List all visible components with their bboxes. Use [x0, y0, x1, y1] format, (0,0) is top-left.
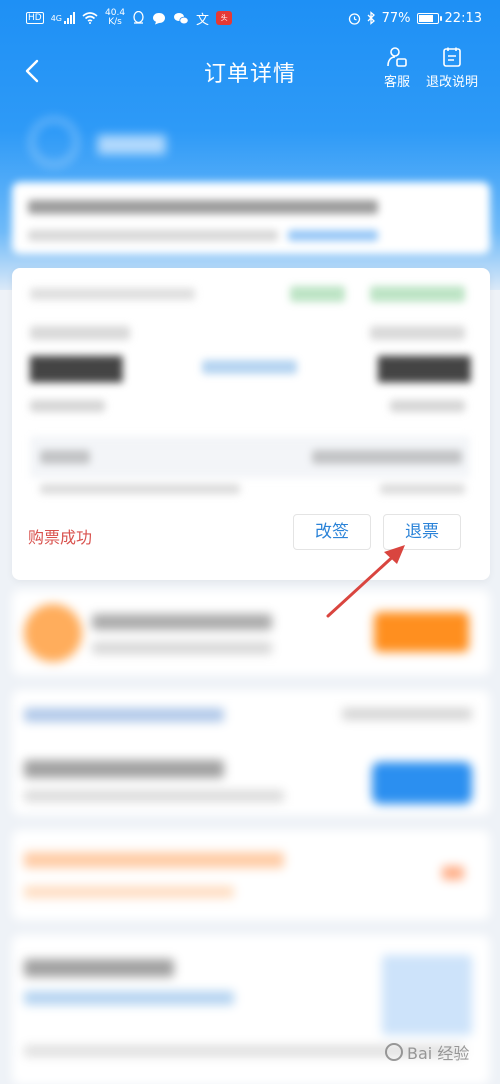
paw-icon: [385, 1043, 403, 1061]
annotation-arrow: [326, 545, 405, 618]
watermark: Bai 经验: [385, 1040, 469, 1064]
watermark-text: Bai 经验: [407, 1044, 470, 1063]
